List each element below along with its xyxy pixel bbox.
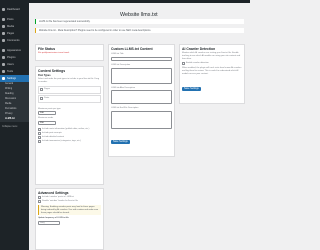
post-type-checkbox[interactable] — [40, 96, 43, 100]
appearance-icon — [2, 49, 5, 52]
option-checkbox[interactable] — [38, 140, 41, 144]
media-icon — [2, 25, 5, 28]
content-settings-box: Content Settings Post Types Select and o… — [35, 66, 104, 185]
success-notice: LLMS.txt file has been regenerated succe… — [35, 19, 244, 24]
post-types-help: Select and order the post types to inclu… — [38, 78, 99, 83]
posts-icon — [2, 18, 5, 21]
file-status-text: File path/permissions issue found. — [38, 52, 70, 54]
sidebar-item-appearance[interactable]: Appearance — [0, 47, 29, 54]
sidebar-item-settings[interactable]: Settings — [0, 75, 29, 82]
llms-after-description-textarea[interactable] — [111, 90, 172, 105]
post-type-item-posts[interactable]: Posts — [38, 94, 101, 103]
sidebar-item-users[interactable]: Users — [0, 61, 29, 68]
ai-crawler-description: Monitor which AI crawlers are visiting y… — [182, 52, 241, 60]
update-frequency-label: Update frequency of LLMS.txt file — [38, 217, 69, 220]
ai-crawler-title: AI Crawler Detection — [182, 47, 216, 51]
llms-end-description-textarea[interactable] — [111, 111, 172, 130]
llms-description-label: LLMS.txt Description — [111, 63, 131, 66]
custom-content-title: Custom LLMS.txt Content — [111, 47, 153, 51]
submenu-item-llms[interactable]: LLMS.txt — [0, 117, 29, 122]
crawler-save-button[interactable]: Save Settings — [182, 86, 201, 91]
file-status-box: File Status File path/permissions issue … — [35, 44, 104, 61]
max-posts-label: Maximum posts per type — [38, 107, 61, 110]
max-words-label: Maximum words — [38, 117, 54, 120]
collapse-menu-button[interactable]: Collapse menu — [2, 126, 17, 128]
main-content: Website llms.txt LLMS.txt file has been … — [29, 3, 250, 250]
option-checkbox[interactable] — [38, 132, 41, 136]
llms-after-description-label: LLMS.txt After Description — [111, 86, 136, 89]
advanced-settings-title: Advanced Settings — [38, 191, 69, 195]
sidebar-item-comments[interactable]: Comments — [0, 37, 29, 44]
crawler-detection-option[interactable]: Enable crawler detection — [182, 62, 242, 66]
users-icon — [2, 63, 5, 66]
plugins-icon — [2, 56, 5, 59]
content-settings-title: Content Settings — [38, 69, 66, 73]
sidebar-item-dashboard[interactable]: Dashboard — [0, 6, 29, 13]
llms-end-description-label: LLMS.txt End File Description — [111, 107, 139, 110]
option-checkbox[interactable] — [38, 128, 41, 132]
warning-notice: Website llms.txt - Meta Description? Plu… — [35, 28, 244, 33]
dashboard-icon — [2, 8, 5, 11]
post-type-checkbox[interactable] — [40, 87, 43, 91]
tools-icon — [2, 70, 5, 73]
pages-icon — [2, 32, 5, 35]
post-types-label: Post Types — [38, 74, 51, 77]
advanced-warning: Warning: Enabling noindex posts may lead… — [38, 205, 101, 216]
option-taxonomies[interactable]: Include taxonomies (categories, tags, et… — [38, 140, 101, 144]
advanced-settings-box: Advanced Settings Include 'noindex' post… — [35, 188, 104, 250]
advanced-option-noindex[interactable]: Include 'noindex' posts in LLMS.txt — [38, 196, 101, 199]
llms-title-input[interactable] — [111, 56, 172, 61]
llms-description-textarea[interactable] — [111, 67, 172, 84]
option-excerpts[interactable]: Include post excerpts — [38, 132, 101, 136]
page-title: Website llms.txt — [120, 12, 158, 18]
save-settings-button[interactable]: Save Settings — [111, 140, 130, 145]
max-words-input[interactable]: 250 — [38, 121, 56, 126]
post-type-item-pages[interactable]: Pages — [38, 85, 101, 94]
max-posts-input[interactable]: 100 — [38, 111, 56, 116]
ai-crawler-note: When enabled, the plugin will track visi… — [182, 67, 242, 75]
llms-title-label: LLMS.txt Title — [111, 53, 124, 55]
update-frequency-select[interactable]: Daily — [38, 221, 60, 226]
file-status-title: File Status — [38, 47, 56, 51]
sidebar-item-plugins[interactable]: Plugins — [0, 54, 29, 61]
admin-sidebar: Dashboard Posts Media Pages Comments App… — [0, 0, 29, 250]
option-checkbox[interactable] — [38, 200, 41, 203]
sidebar-item-posts[interactable]: Posts — [0, 16, 29, 23]
settings-icon — [2, 77, 5, 80]
sidebar-item-pages[interactable]: Pages — [0, 30, 29, 37]
settings-submenu: General Writing Reading Discussion Media… — [0, 82, 29, 122]
sidebar-item-tools[interactable]: Tools — [0, 68, 29, 75]
advanced-option-header[interactable]: Disable 'noindex' header for llms.txt fi… — [38, 200, 101, 203]
sidebar-item-media[interactable]: Media — [0, 23, 29, 30]
option-checkbox[interactable] — [38, 196, 41, 199]
option-detailed[interactable]: Include detailed content — [38, 136, 101, 140]
crawler-checkbox[interactable] — [182, 62, 185, 66]
custom-content-box: Custom LLMS.txt Content LLMS.txt Title L… — [108, 44, 175, 157]
option-checkbox[interactable] — [38, 136, 41, 140]
option-meta[interactable]: Include meta information (publish date, … — [38, 128, 101, 132]
ai-crawler-box: AI Crawler Detection Monitor which AI cr… — [179, 44, 245, 104]
comments-icon — [2, 39, 5, 42]
